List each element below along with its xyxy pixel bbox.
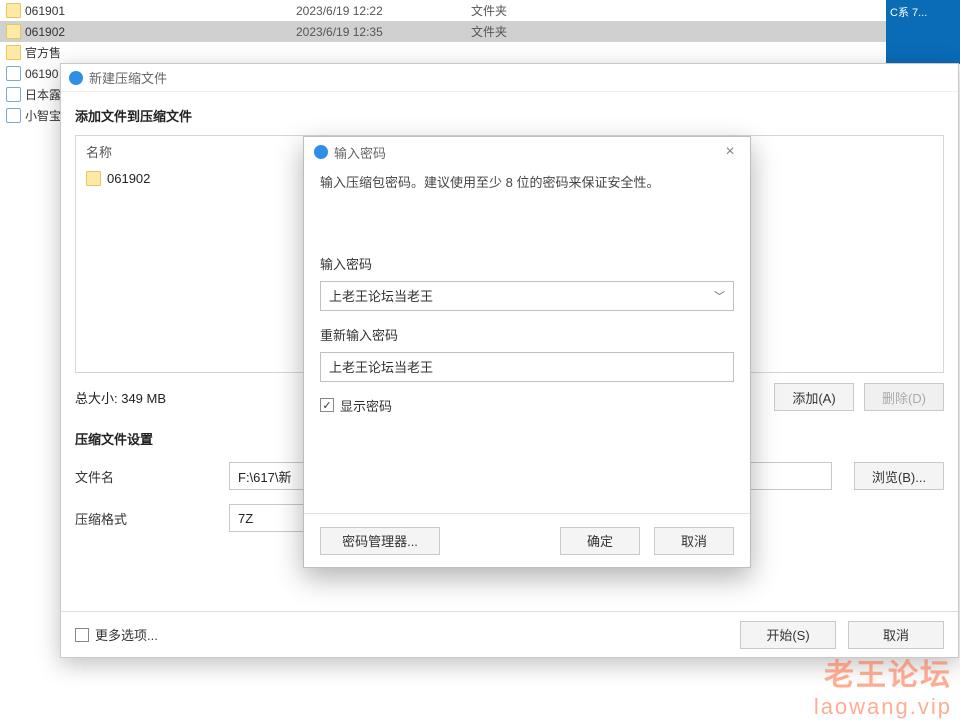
total-size-label: 总大小: 349 MB [75,388,166,407]
file-date: 2023/6/19 12:35 [296,25,471,39]
desktop-snippet: C系 7... [886,0,960,64]
file-type: 文件夹 [471,2,591,19]
explorer-row[interactable]: 官方售 [0,42,960,63]
chevron-down-icon[interactable]: ﹀ [714,288,725,304]
confirm-password-input[interactable]: 上老王论坛当老王 [320,352,734,382]
label-password: 输入密码 [320,254,734,273]
file-name: 061901 [25,4,65,18]
explorer-row[interactable]: 061902 2023/6/19 12:35文件夹 [0,21,960,42]
file-date: 2023/6/19 12:22 [296,4,471,18]
app-icon [314,145,328,159]
checkbox-icon: ✓ [320,398,334,412]
pw-dialog-titlebar[interactable]: 输入密码 × [304,137,750,167]
dialog-titlebar[interactable]: 新建压缩文件 [61,64,958,92]
label-confirm-password: 重新输入密码 [320,325,734,344]
section-add-files: 添加文件到压缩文件 [75,106,944,125]
dialog-title: 新建压缩文件 [89,68,167,87]
file-name: 日本露 [25,86,61,103]
app-icon [69,71,83,85]
start-button[interactable]: 开始(S) [740,621,836,649]
folder-icon [6,3,21,18]
label-filename: 文件名 [75,467,225,486]
password-input[interactable]: 上老王论坛当老王 ﹀ [320,281,734,311]
file-name: 061902 [25,25,65,39]
pw-dialog-title: 输入密码 [334,143,386,162]
cancel-button[interactable]: 取消 [654,527,734,555]
link-icon [6,66,21,81]
file-name: 小智宝 [25,107,61,124]
file-type: 文件夹 [471,23,591,40]
file-name: 06190 [25,67,58,81]
show-password-checkbox[interactable]: ✓ 显示密码 [320,396,392,415]
add-button[interactable]: 添加(A) [774,383,854,411]
folder-icon [86,171,101,186]
link-icon [6,108,21,123]
label-format: 压缩格式 [75,509,225,528]
ok-button[interactable]: 确定 [560,527,640,555]
folder-icon [6,24,21,39]
file-name: 官方售 [25,44,61,61]
cancel-button[interactable]: 取消 [848,621,944,649]
list-item-label: 061902 [107,171,150,186]
close-icon[interactable]: × [720,143,740,161]
explorer-row[interactable]: 061901 2023/6/19 12:22文件夹 [0,0,960,21]
folder-icon [6,45,21,60]
password-manager-button[interactable]: 密码管理器... [320,527,440,555]
browse-button[interactable]: 浏览(B)... [854,462,944,490]
pw-hint: 输入压缩包密码。建议使用至少 8 位的密码来保证安全性。 [320,173,734,194]
password-dialog: 输入密码 × 输入压缩包密码。建议使用至少 8 位的密码来保证安全性。 输入密码… [303,136,751,568]
delete-button: 删除(D) [864,383,944,411]
link-icon [6,87,21,102]
checkbox-icon [75,628,89,642]
more-options-checkbox[interactable]: 更多选项... [75,625,158,644]
